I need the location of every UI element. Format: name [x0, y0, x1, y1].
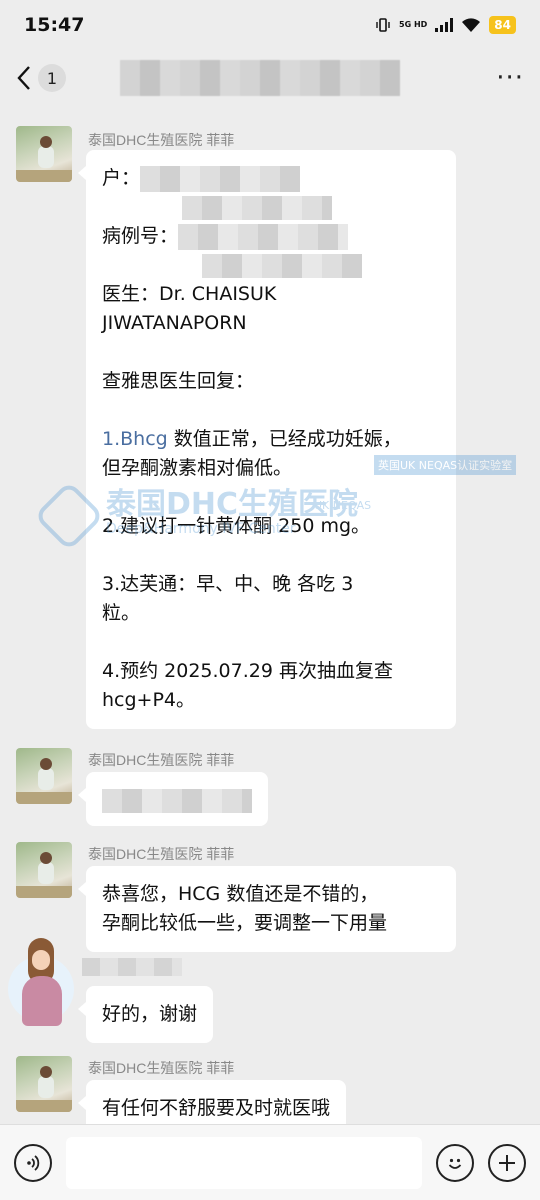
message-input[interactable] [66, 1136, 422, 1189]
status-time: 15:47 [24, 14, 85, 36]
item1-text: 数值正常，已经成功妊娠， [167, 428, 402, 450]
hospital-avatar[interactable] [16, 126, 72, 182]
hospital-avatar[interactable] [16, 842, 72, 898]
emoji-icon [448, 1158, 462, 1169]
voice-icon [27, 1154, 40, 1171]
item3-line2: 粒。 [102, 602, 141, 624]
sender-name: 泰国DHC生殖医院 菲菲 [88, 846, 235, 862]
message-line: 恭喜您，HCG 数值还是不错的， [102, 883, 379, 905]
message-text: 有任何不舒服要及时就医哦 [102, 1097, 331, 1119]
chevron-left-icon [17, 66, 30, 90]
doctor-line-1: 医生：Dr. CHAISUK [102, 283, 277, 305]
status-bar: 15:47 5G HD 84 [0, 0, 540, 50]
chat-message-list[interactable]: 泰国DHC生殖医院 菲菲 户： 病例号： 医生：Dr. CHAISUK JIWA… [0, 106, 540, 1124]
bhcg-link[interactable]: 1.Bhcg [102, 428, 168, 450]
redacted-account [140, 165, 301, 192]
doctor-line-2: JIWATANAPORN [102, 312, 247, 334]
redacted-message [102, 788, 252, 813]
wifi-icon [462, 18, 481, 32]
more-options-button[interactable]: ··· [496, 63, 524, 93]
redacted-user-name [82, 958, 182, 976]
chat-title-blurred [120, 60, 400, 96]
message-text: 好的，谢谢 [102, 1003, 198, 1025]
battery-level: 84 [489, 16, 516, 34]
message-bubble-report[interactable]: 户： 病例号： 医生：Dr. CHAISUK JIWATANAPORN 查雅思医… [78, 150, 456, 729]
message-line: 孕酮比较低一些，要调整一下用量 [102, 912, 388, 934]
signal-icon [435, 18, 454, 32]
network-label: 5G HD [399, 20, 428, 29]
sender-name: 泰国DHC生殖医院 菲菲 [88, 752, 235, 768]
item4-line1: 4.预约 2025.07.29 再次抽血复查 [102, 660, 393, 682]
chat-title-bar: 1 ··· [0, 50, 540, 106]
message-bubble[interactable]: 恭喜您，HCG 数值还是不错的， 孕酮比较低一些，要调整一下用量 [78, 866, 456, 952]
plus-icon [499, 1154, 515, 1171]
case-number-label: 病例号： [102, 225, 179, 247]
status-icons: 5G HD 84 [375, 16, 516, 34]
hospital-avatar[interactable] [16, 748, 72, 804]
vibrate-icon [376, 18, 390, 32]
redacted-case-number-2 [202, 253, 362, 278]
redacted-account-2 [182, 195, 332, 220]
user-avatar[interactable] [4, 936, 78, 1032]
hospital-avatar[interactable] [16, 1056, 72, 1112]
voice-button[interactable] [14, 1143, 52, 1182]
sender-name: 泰国DHC生殖医院 菲菲 [88, 132, 235, 148]
message-bubble[interactable]: 好的，谢谢 [77, 986, 214, 1043]
item4-line2: hcg+P4。 [102, 689, 196, 711]
item2-text: 2.建议打一针黄体酮 250 mg。 [102, 515, 371, 537]
add-button[interactable] [488, 1143, 526, 1182]
reply-title: 查雅思医生回复： [102, 370, 255, 392]
item1-line2: 但孕酮激素相对偏低。 [102, 457, 293, 479]
sender-name: 泰国DHC生殖医院 菲菲 [88, 1060, 235, 1076]
account-label: 户： [102, 167, 141, 189]
redacted-case-number [178, 223, 349, 250]
back-button[interactable]: 1 [16, 64, 66, 92]
unread-count-badge: 1 [38, 64, 66, 92]
item3-line1: 3.达芙通：早、中、晚 各吃 3 [102, 573, 354, 595]
emoji-button[interactable] [436, 1143, 474, 1182]
message-bubble[interactable]: 有任何不舒服要及时就医哦 [77, 1080, 347, 1124]
message-input-bar [0, 1124, 540, 1200]
message-bubble-blurred[interactable] [78, 772, 268, 826]
